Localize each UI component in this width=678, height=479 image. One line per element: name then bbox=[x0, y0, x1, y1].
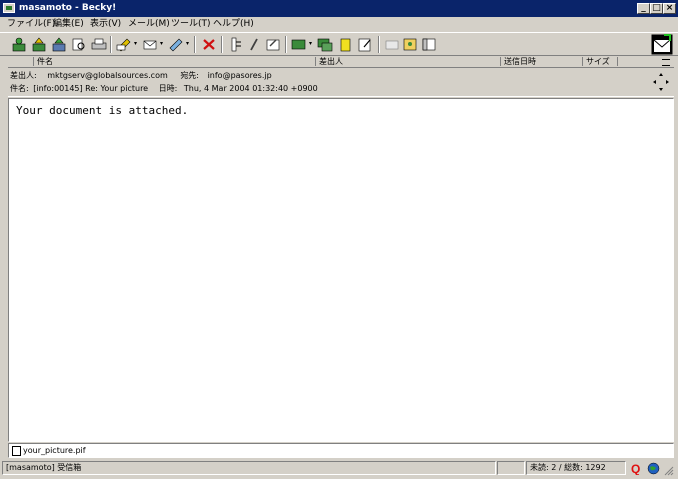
message-body[interactable]: Your document is attached. bbox=[8, 98, 674, 442]
subject-label: 件名: bbox=[10, 84, 29, 93]
edit-icon[interactable] bbox=[245, 36, 263, 53]
minimize-button[interactable]: _ bbox=[637, 3, 650, 14]
message-list-header: 件名 差出人 送信日時 サイズ bbox=[8, 57, 674, 66]
properties-icon[interactable] bbox=[264, 36, 282, 53]
app-icon[interactable] bbox=[3, 3, 15, 13]
maximize-button[interactable]: □ bbox=[650, 3, 663, 14]
toolbar: ▾ ▾ ▾ ▾ bbox=[0, 32, 678, 56]
date-value: Thu, 4 Mar 2004 01:32:40 +0900 bbox=[183, 84, 318, 93]
window-title: masamoto - Becky! bbox=[19, 3, 117, 13]
mail-icon[interactable] bbox=[383, 36, 401, 53]
online-status-icon[interactable] bbox=[647, 462, 660, 475]
move-icon[interactable] bbox=[290, 36, 308, 53]
svg-text:Q: Q bbox=[631, 462, 640, 475]
from-value[interactable]: mktgserv@globalsources.com bbox=[47, 71, 168, 80]
quick-search-icon[interactable]: Q bbox=[630, 462, 643, 476]
window-icon[interactable] bbox=[420, 36, 438, 53]
column-status[interactable] bbox=[8, 57, 34, 66]
move-dropdown[interactable]: ▾ bbox=[309, 41, 314, 47]
resize-grip-icon[interactable] bbox=[664, 466, 674, 476]
compose-dropdown[interactable]: ▾ bbox=[134, 41, 139, 47]
column-date[interactable]: 送信日時 bbox=[501, 57, 583, 66]
reply-icon[interactable] bbox=[141, 36, 159, 53]
subject-line: 件名: [info:00145] Re: Your picture 日時: Th… bbox=[10, 83, 318, 95]
attachment-bar: your_picture.pif bbox=[8, 443, 674, 458]
copy-icon[interactable] bbox=[316, 36, 334, 53]
status-counts: 未読: 2 / 総数: 1292 bbox=[526, 461, 626, 475]
menu-edit[interactable]: 編集(E) bbox=[53, 17, 84, 32]
close-button[interactable]: × bbox=[663, 3, 676, 14]
menu-mail[interactable]: メール(M) bbox=[128, 17, 170, 32]
menu-tools[interactable]: ツール(T) bbox=[171, 17, 211, 32]
subject-value: [info:00145] Re: Your picture bbox=[33, 84, 149, 93]
reply-dropdown[interactable]: ▾ bbox=[160, 41, 165, 47]
to-value[interactable]: info@pasores.jp bbox=[208, 71, 272, 80]
menu-view[interactable]: 表示(V) bbox=[90, 17, 121, 32]
column-size[interactable]: サイズ bbox=[583, 57, 618, 66]
date-label: 日時: bbox=[158, 84, 178, 93]
from-label: 差出人: bbox=[10, 71, 37, 80]
send-icon[interactable] bbox=[30, 36, 48, 53]
print-preview-icon[interactable] bbox=[70, 36, 88, 53]
send-receive-icon[interactable] bbox=[50, 36, 68, 53]
menu-help[interactable]: ヘルプ(H) bbox=[213, 17, 254, 32]
list-splitter-icon[interactable] bbox=[662, 59, 670, 66]
status-empty-pane bbox=[497, 461, 525, 475]
note-icon[interactable] bbox=[356, 36, 374, 53]
print-icon[interactable] bbox=[90, 36, 108, 53]
column-subject[interactable]: 件名 bbox=[34, 57, 316, 66]
message-body-text: Your document is attached. bbox=[16, 104, 189, 117]
from-line: 差出人: mktgserv@globalsources.com 宛先: info… bbox=[10, 70, 272, 82]
filter-icon[interactable] bbox=[227, 36, 245, 53]
column-from[interactable]: 差出人 bbox=[316, 57, 501, 66]
attachment-file-icon[interactable] bbox=[12, 446, 21, 456]
menu-bar: ファイル(F) 編集(E) 表示(V) メール(M) ツール(T) ヘルプ(H) bbox=[0, 17, 678, 32]
menu-file[interactable]: ファイル(F) bbox=[7, 17, 55, 32]
receive-icon[interactable] bbox=[10, 36, 28, 53]
message-header: 差出人: mktgserv@globalsources.com 宛先: info… bbox=[8, 67, 674, 97]
delete-icon[interactable] bbox=[200, 36, 218, 53]
to-label: 宛先: bbox=[180, 71, 200, 80]
forward-icon[interactable] bbox=[167, 36, 185, 53]
header-navigate-icon[interactable] bbox=[652, 72, 670, 92]
title-bar[interactable]: masamoto - Becky! _ □ × bbox=[0, 0, 678, 17]
attachment-filename[interactable]: your_picture.pif bbox=[23, 445, 86, 456]
forward-dropdown[interactable]: ▾ bbox=[186, 41, 191, 47]
becky-logo-icon[interactable] bbox=[651, 34, 673, 55]
status-bar: [masamoto] 受信箱 未読: 2 / 総数: 1292 Q bbox=[0, 460, 678, 477]
status-folder: [masamoto] 受信箱 bbox=[2, 461, 496, 475]
compose-icon[interactable] bbox=[115, 36, 133, 53]
flag-icon[interactable] bbox=[336, 36, 354, 53]
address-book-icon[interactable] bbox=[401, 36, 419, 53]
